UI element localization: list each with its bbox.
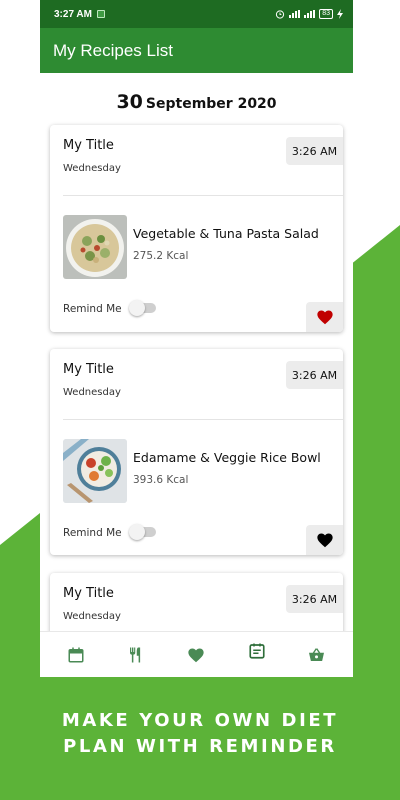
date-day: 30 <box>116 91 143 113</box>
heart-filled-icon <box>316 310 333 325</box>
meal-card[interactable]: My Title Wednesday 3:26 AM Vegetable & T… <box>50 125 343 332</box>
rice-bowl-photo[interactable] <box>63 439 127 503</box>
recipe-name[interactable]: Vegetable & Tuna Pasta Salad <box>133 226 319 241</box>
app-bar: My Recipes List <box>40 28 353 73</box>
nav-shopping[interactable] <box>301 639 333 671</box>
bottom-navigation <box>40 631 353 677</box>
alarm-icon <box>276 10 285 19</box>
restaurant-icon <box>130 647 141 662</box>
date-month-year: September 2020 <box>145 96 277 112</box>
status-time: 3:27 AM <box>54 8 92 20</box>
app-notification-icon <box>96 10 105 18</box>
time-badge[interactable]: 3:26 AM <box>286 585 343 613</box>
card-weekday: Wednesday <box>63 387 121 398</box>
signal-icon <box>304 10 316 18</box>
card-title: My Title <box>63 362 114 377</box>
meal-plan-icon <box>249 643 265 659</box>
signal-icon <box>289 10 301 18</box>
time-badge[interactable]: 3:26 AM <box>286 361 343 389</box>
divider <box>63 195 343 196</box>
nav-recipes[interactable] <box>120 639 152 671</box>
nav-meal-plan[interactable] <box>241 635 273 667</box>
recipe-name[interactable]: Edamame & Veggie Rice Bowl <box>133 450 321 465</box>
shopping-basket-icon <box>309 647 325 661</box>
divider <box>63 419 343 420</box>
card-title: My Title <box>63 586 114 601</box>
battery-icon: 83 <box>319 9 333 19</box>
card-title: My Title <box>63 138 114 153</box>
time-badge[interactable]: 3:26 AM <box>286 137 343 165</box>
favorite-button[interactable] <box>306 525 343 555</box>
favorite-button[interactable] <box>306 302 343 332</box>
nav-favorites[interactable] <box>180 639 212 671</box>
toggle-knob <box>129 300 145 316</box>
phone-screen: 3:27 AM 83 My Recipes List 30 September 2… <box>40 0 353 677</box>
promo-tagline: MAKE YOUR OWN DIET PLAN WITH REMINDER <box>0 708 400 760</box>
card-weekday: Wednesday <box>63 163 121 174</box>
app-title: My Recipes List <box>53 40 173 60</box>
pasta-salad-photo[interactable] <box>63 215 127 279</box>
status-bar: 3:27 AM 83 <box>40 0 353 28</box>
meal-card[interactable]: My Title Wednesday 3:26 AM Edamame & Veg… <box>50 349 343 555</box>
heart-filled-icon <box>316 533 333 548</box>
tagline-line-1: MAKE YOUR OWN DIET <box>61 710 339 731</box>
nav-calendar[interactable] <box>60 639 92 671</box>
remind-me-toggle[interactable] <box>129 524 156 540</box>
tagline-line-2: PLAN WITH REMINDER <box>63 736 337 757</box>
remind-me-toggle[interactable] <box>129 300 156 316</box>
favorites-icon <box>188 647 205 662</box>
card-weekday: Wednesday <box>63 611 121 622</box>
remind-me-label: Remind Me <box>63 303 122 315</box>
recipe-kcal: 275.2 Kcal <box>133 250 189 262</box>
date-heading: 30 September 2020 <box>40 91 353 117</box>
toggle-knob <box>129 524 145 540</box>
remind-me-label: Remind Me <box>63 527 122 539</box>
recipe-kcal: 393.6 Kcal <box>133 474 189 486</box>
charging-icon <box>337 9 343 19</box>
calendar-icon <box>68 647 84 662</box>
